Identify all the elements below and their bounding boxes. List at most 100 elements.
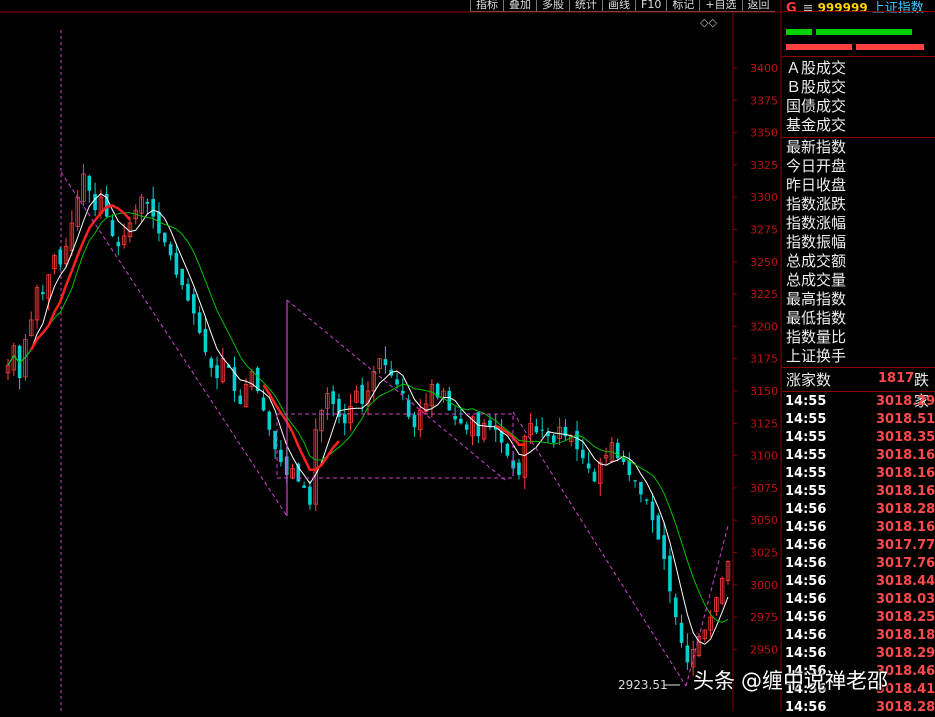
tick-time: 14:55 (785, 448, 827, 463)
tick-row: 14:55 3018.29 (782, 393, 935, 411)
candle-body (412, 414, 417, 428)
tick-time: 14:56 (785, 502, 827, 517)
tick-row: 14:55 3018.51 (782, 411, 935, 429)
index-stat-label: 今日开盘 (786, 157, 847, 175)
index-name: 上证指数 (871, 1, 924, 16)
candle-body (238, 395, 243, 404)
tick-time: 14:56 (785, 538, 827, 553)
tick-row: 14:56 3018.29 (782, 645, 935, 663)
candle-body (395, 379, 399, 385)
candle-body (639, 481, 643, 495)
candle-body (197, 312, 202, 333)
kline-chart[interactable]: 2950 2975 3000 3025 3050 3075 3100 3125 3150 3175… (0, 0, 782, 711)
candle-body (162, 232, 167, 243)
candle-body (215, 365, 219, 379)
breadth-value: 1817 (878, 371, 915, 386)
y-tick-label: 3175 (750, 353, 778, 366)
tick-time: 14:55 (785, 430, 827, 445)
index-stat-label: 最低指数 (786, 309, 847, 327)
tick-row: 14:56 3018.18 (782, 627, 935, 645)
tick-price: 3018.29 (876, 646, 935, 661)
y-tick-label: 3400 (750, 62, 778, 75)
index-stat-label: 昨日收盘 (786, 176, 847, 194)
index-stat-label: 最高指数 (786, 290, 847, 308)
y-tick-label: 3225 (750, 288, 778, 301)
ma5-line (7, 193, 729, 645)
menu-icon[interactable]: ≡ (803, 1, 814, 16)
tick-price: 3018.18 (876, 628, 935, 643)
quote-header[interactable]: G ≡ 999999 上证指数 (786, 0, 924, 16)
header-letter: G (786, 1, 797, 16)
candle-body (87, 175, 92, 191)
candle-body (273, 430, 277, 450)
y-tick-label: 3100 (750, 450, 778, 463)
turnover-label: Ｂ股成交 (786, 78, 847, 96)
candle-body (447, 390, 452, 411)
y-tick-label: 3075 (750, 482, 778, 495)
candle-body (575, 430, 579, 450)
breadth-row: 涨家数 1817 跌家 (782, 369, 935, 410)
y-tick-label: 3000 (750, 579, 778, 592)
candle-body (342, 414, 347, 424)
candle-body (592, 471, 597, 482)
tick-price: 3017.76 (876, 556, 935, 571)
candle-body (261, 397, 266, 411)
candle-body (679, 622, 684, 643)
candle-body (308, 486, 312, 505)
candle-body (174, 252, 179, 275)
divider (782, 367, 935, 368)
tick-row: 14:55 3018.16 (782, 465, 935, 483)
candle-body (459, 418, 463, 424)
y-tick-label: 3250 (750, 256, 778, 269)
volume-bar-red (786, 44, 852, 50)
candle-body (168, 244, 173, 256)
candle-body (203, 329, 208, 353)
candle-body (116, 241, 121, 247)
volume-bar-green (816, 29, 912, 35)
candle-body (662, 535, 666, 559)
tick-price: 3018.35 (876, 430, 935, 445)
candle-body (505, 443, 510, 456)
candle-body (534, 426, 539, 433)
tick-price: 3018.29 (876, 394, 935, 409)
low-annotation: 2923.51 (618, 678, 668, 692)
tick-time: 14:56 (785, 574, 827, 589)
y-tick-label: 2950 (750, 643, 778, 656)
tick-row: 14:56 3017.77 (782, 537, 935, 555)
tick-time: 14:56 (785, 610, 827, 625)
tick-price: 3018.16 (876, 466, 935, 481)
candle-body (41, 292, 45, 295)
index-stat-label: 总成交额 (786, 252, 847, 270)
candle-body (406, 399, 411, 417)
ma-red-segment (30, 204, 131, 351)
candle-body (517, 462, 521, 475)
trend-line (685, 525, 729, 687)
divider (782, 391, 935, 392)
tick-row: 14:56 3017.76 (782, 555, 935, 573)
turnover-label: 基金成交 (786, 116, 847, 134)
tick-row: 14:55 3018.16 (782, 447, 935, 465)
y-tick-label: 3150 (750, 385, 778, 398)
candle-body (192, 294, 196, 314)
candle-body (650, 501, 655, 521)
y-tick-label: 3325 (750, 159, 778, 172)
candle-body (360, 384, 364, 404)
index-stat-label: 指数涨幅 (786, 214, 847, 232)
candle-body (673, 597, 678, 618)
candle-body (685, 645, 690, 663)
candle-body (401, 390, 405, 394)
index-stat-label: 指数量比 (786, 328, 847, 346)
index-stat-label: 指数振幅 (786, 233, 847, 251)
volume-bar-red (856, 44, 924, 50)
tick-row: 14:56 3018.28 (782, 501, 935, 519)
candle-body (209, 358, 214, 368)
index-stat-label: 上证换手 (786, 347, 847, 365)
y-tick-label: 3375 (750, 94, 778, 107)
y-tick-label: 3050 (750, 514, 778, 527)
divider (782, 56, 935, 57)
candle-body (180, 268, 184, 286)
candle-body (586, 463, 591, 469)
trend-line (512, 411, 687, 687)
tick-price: 3018.25 (876, 610, 935, 625)
tick-price: 3018.28 (876, 502, 935, 517)
